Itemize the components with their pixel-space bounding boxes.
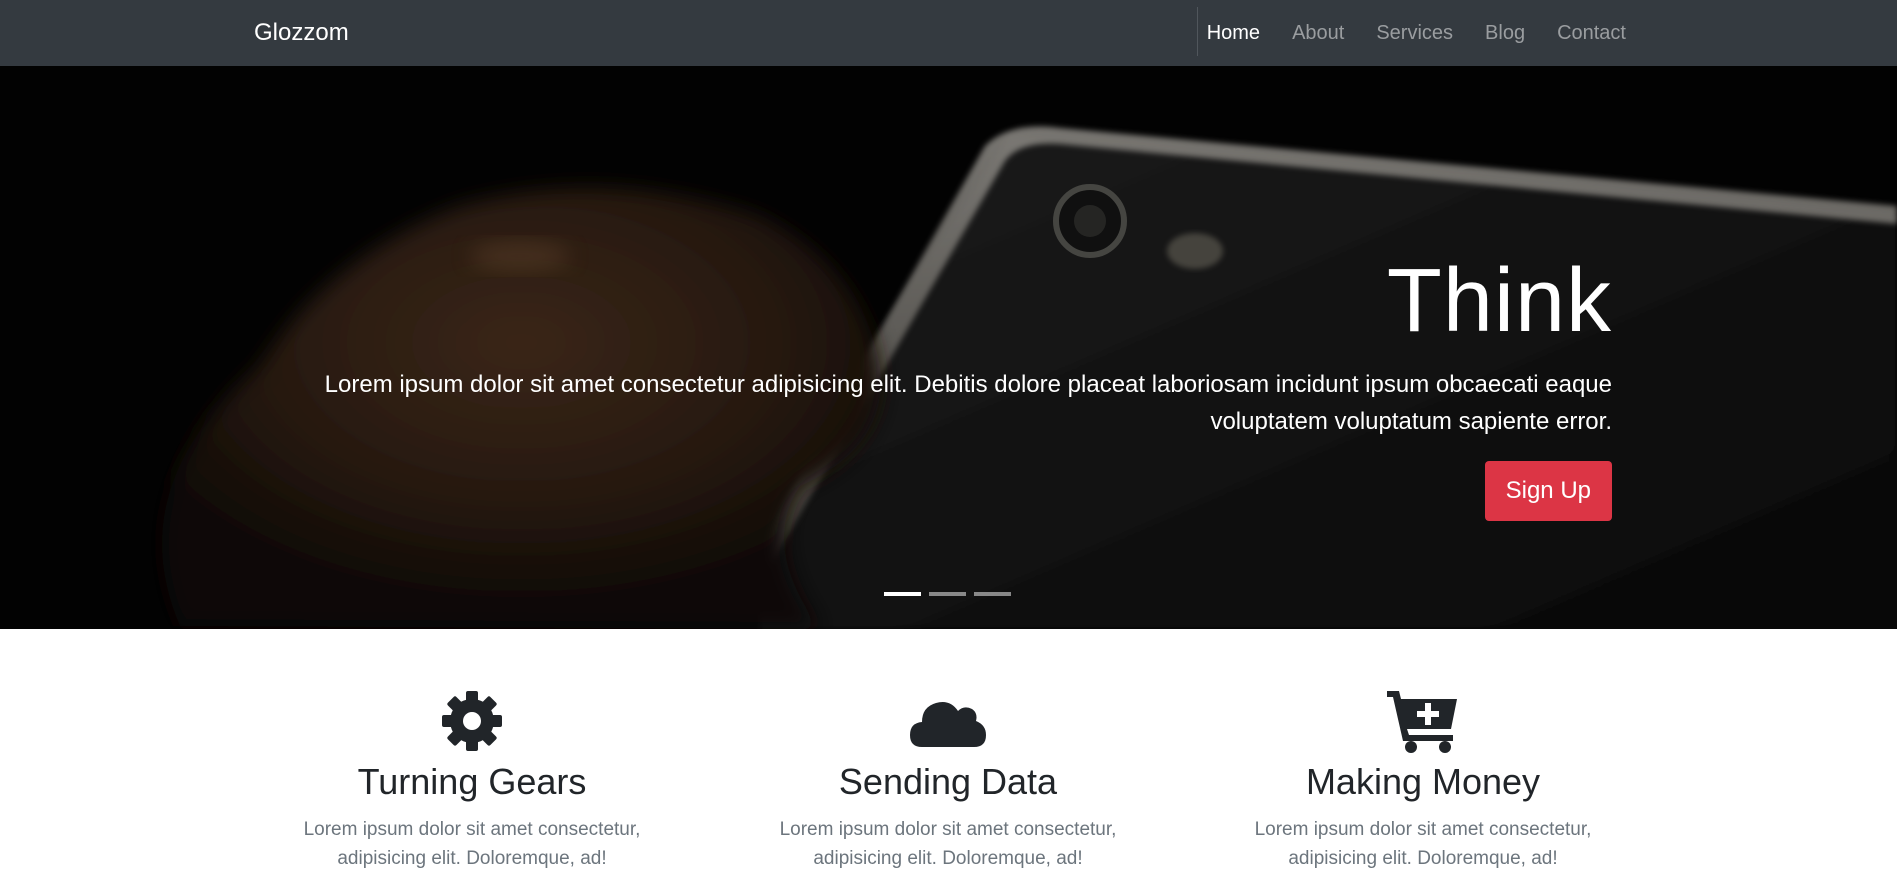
hero-title: Think: [1386, 251, 1612, 351]
nav-links: Home About Services Blog Contact: [1207, 0, 1626, 66]
cloud-icon: [910, 702, 986, 747]
feature-sending-data: Sending Data Lorem ipsum dolor sit amet …: [738, 689, 1158, 873]
carousel-indicator-1[interactable]: [884, 592, 921, 596]
nav-divider: [1197, 7, 1198, 56]
feature-title: Making Money: [1305, 761, 1541, 802]
sign-up-button[interactable]: Sign Up: [1484, 461, 1612, 521]
brand-logo[interactable]: Glozzom: [254, 0, 349, 66]
feature-text: Lorem ipsum dolor sit amet consectetur, …: [779, 819, 1117, 869]
features-section: Turning Gears Lorem ipsum dolor sit amet…: [0, 629, 1897, 894]
feature-turning-gears: Turning Gears Lorem ipsum dolor sit amet…: [262, 689, 682, 873]
nav-link-about[interactable]: About: [1292, 22, 1344, 45]
hero-description: Lorem ipsum dolor sit amet consectetur a…: [324, 371, 1612, 435]
hero-carousel: Think Lorem ipsum dolor sit amet consect…: [0, 66, 1897, 629]
feature-text: Lorem ipsum dolor sit amet consectetur, …: [1254, 819, 1592, 869]
carousel-indicator-2[interactable]: [929, 592, 966, 596]
navbar: Glozzom Home About Services Blog Contact: [0, 0, 1897, 66]
carousel-indicators: [884, 592, 1011, 596]
nav-link-blog[interactable]: Blog: [1485, 22, 1525, 45]
nav-link-home[interactable]: Home: [1207, 22, 1260, 45]
carousel-indicator-3[interactable]: [974, 592, 1011, 596]
nav-link-services[interactable]: Services: [1376, 22, 1453, 45]
feature-title: Turning Gears: [357, 761, 587, 802]
feature-making-money: Making Money Lorem ipsum dolor sit amet …: [1213, 689, 1633, 873]
feature-text: Lorem ipsum dolor sit amet consectetur, …: [303, 819, 641, 869]
cart-plus-icon: [1387, 691, 1457, 753]
nav-link-contact[interactable]: Contact: [1557, 22, 1626, 45]
hero-caption: Think Lorem ipsum dolor sit amet consect…: [312, 256, 1612, 521]
gear-icon: [442, 691, 502, 751]
feature-title: Sending Data: [838, 761, 1058, 802]
